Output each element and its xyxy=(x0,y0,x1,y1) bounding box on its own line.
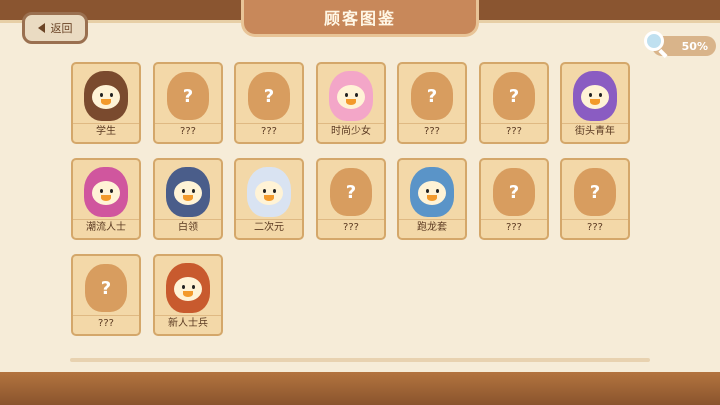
customer-label: 潮流人士 xyxy=(73,219,139,236)
customer-card[interactable]: 潮流人士 xyxy=(71,158,141,240)
bottom-strip xyxy=(0,372,720,405)
customer-label: ??? xyxy=(399,123,465,140)
customer-label: 二次元 xyxy=(236,219,302,236)
customer-card-locked[interactable]: ???? xyxy=(234,62,304,144)
duck-character-icon xyxy=(84,167,128,217)
duck-character-icon xyxy=(573,71,617,121)
customer-label: 白领 xyxy=(155,219,221,236)
customer-card-locked[interactable]: ???? xyxy=(479,62,549,144)
customer-card-locked[interactable]: ???? xyxy=(479,158,549,240)
duck-character-icon xyxy=(166,167,210,217)
duck-character-icon xyxy=(329,71,373,121)
locked-silhouette-icon: ? xyxy=(574,168,616,216)
customer-card[interactable]: 学生 xyxy=(71,62,141,144)
locked-silhouette-icon: ? xyxy=(493,168,535,216)
customer-label: 时尚少女 xyxy=(318,123,384,140)
customer-label: ??? xyxy=(236,123,302,140)
customer-portrait xyxy=(77,68,135,124)
customer-label: ??? xyxy=(562,219,628,236)
customer-portrait: ? xyxy=(322,164,380,220)
progress-label: 50% xyxy=(681,39,708,53)
customer-portrait xyxy=(403,164,461,220)
customer-label: ??? xyxy=(155,123,221,140)
customer-portrait: ? xyxy=(566,164,624,220)
customer-portrait xyxy=(322,68,380,124)
magnifier-icon xyxy=(644,31,664,51)
locked-silhouette-icon: ? xyxy=(167,72,209,120)
customer-label: 跑龙套 xyxy=(399,219,465,236)
customer-card[interactable]: 街头青年 xyxy=(560,62,630,144)
locked-silhouette-icon: ? xyxy=(330,168,372,216)
back-button[interactable]: 返回 xyxy=(22,12,88,44)
customer-portrait xyxy=(159,260,217,316)
customer-card[interactable]: 白领 xyxy=(153,158,223,240)
duck-character-icon xyxy=(410,167,454,217)
customer-label: 街头青年 xyxy=(562,123,628,140)
customer-portrait: ? xyxy=(240,68,298,124)
customer-card-locked[interactable]: ???? xyxy=(560,158,630,240)
locked-silhouette-icon: ? xyxy=(493,72,535,120)
locked-silhouette-icon: ? xyxy=(411,72,453,120)
customer-label: 学生 xyxy=(73,123,139,140)
customer-portrait xyxy=(240,164,298,220)
customer-card-locked[interactable]: ???? xyxy=(316,158,386,240)
customer-card[interactable]: 时尚少女 xyxy=(316,62,386,144)
locked-silhouette-icon: ? xyxy=(85,264,127,312)
customer-card-locked[interactable]: ???? xyxy=(153,62,223,144)
duck-character-icon xyxy=(247,167,291,217)
duck-character-icon xyxy=(84,71,128,121)
customer-label: ??? xyxy=(481,123,547,140)
customer-label: ??? xyxy=(73,315,139,332)
customer-portrait xyxy=(566,68,624,124)
customer-label: 新人士兵 xyxy=(155,315,221,332)
customer-portrait: ? xyxy=(77,260,135,316)
customer-portrait: ? xyxy=(159,68,217,124)
customer-portrait: ? xyxy=(485,164,543,220)
customer-label: ??? xyxy=(481,219,547,236)
customer-card[interactable]: 二次元 xyxy=(234,158,304,240)
customer-card-locked[interactable]: ???? xyxy=(397,62,467,144)
locked-silhouette-icon: ? xyxy=(248,72,290,120)
customer-label: ??? xyxy=(318,219,384,236)
customer-portrait xyxy=(77,164,135,220)
back-button-label: 返回 xyxy=(50,22,73,35)
customer-portrait: ? xyxy=(485,68,543,124)
customer-card[interactable]: 跑龙套 xyxy=(397,158,467,240)
duck-character-icon xyxy=(166,263,210,313)
page-title: 顾客图鉴 xyxy=(241,0,479,37)
back-arrow-icon xyxy=(37,23,45,33)
scroll-track xyxy=(70,358,650,362)
collection-progress: 50% xyxy=(644,31,716,56)
customer-card[interactable]: 新人士兵 xyxy=(153,254,223,336)
customer-portrait xyxy=(159,164,217,220)
customer-portrait: ? xyxy=(403,68,461,124)
customer-card-locked[interactable]: ???? xyxy=(71,254,141,336)
